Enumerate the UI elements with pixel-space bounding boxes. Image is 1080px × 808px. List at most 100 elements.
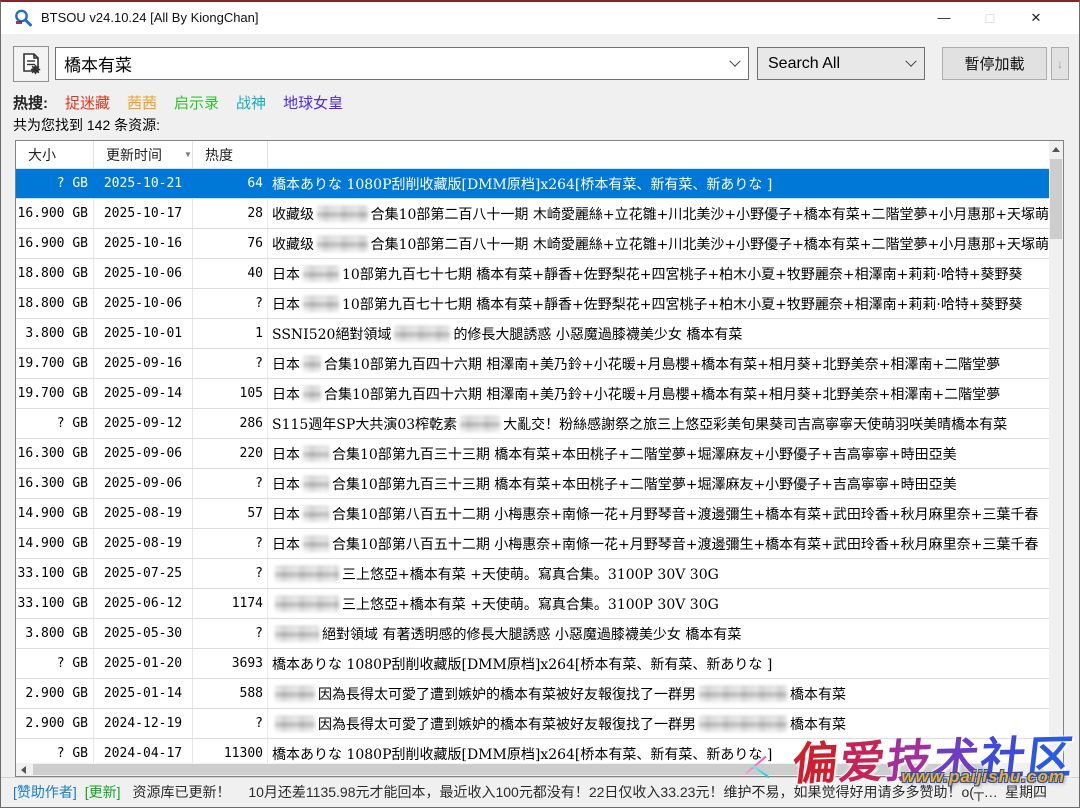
size-cell: ? GB <box>16 649 94 678</box>
status-links: [赞助作者] [更新] <box>13 784 129 800</box>
engine-select[interactable]: Search All <box>757 47 925 80</box>
size-cell: 2.900 GB <box>16 709 94 738</box>
hot-search-item[interactable]: 茜茜 <box>127 92 157 113</box>
table-row[interactable]: ? GB2025-09-12286S115週年SP大共演03榨乾素大亂交！粉絲感… <box>16 409 1049 439</box>
date-cell: 2024-12-19 <box>94 709 193 738</box>
status-link[interactable]: [赞助作者] <box>13 784 77 800</box>
hot-search-item[interactable]: 地球女皇 <box>283 92 343 113</box>
hot-search-label: 热搜: <box>13 92 48 113</box>
table-row[interactable]: 33.100 GB2025-06-121174 三上悠亞+橋本有菜 +天使萌。寫… <box>16 589 1049 619</box>
title-cell: 日本10部第九百七十七期 橋本有菜+靜香+佐野梨花+四宮桃子+柏木小夏+牧野麗奈… <box>268 259 1049 288</box>
close-button[interactable]: ✕ <box>1013 2 1059 33</box>
results-table: 大小 更新时间 ▼ 热度 ? GB2025-10-2164橋本ありな 1080P… <box>15 140 1064 777</box>
size-cell: 2.900 GB <box>16 679 94 708</box>
title-text-segment: 合集10部第九百四十六期 相澤南+美乃鈴+小花暖+月島櫻+橋本有菜+相月葵+北野… <box>324 384 1000 404</box>
title-cell: 橋本ありな 1080P刮削收藏版[DMM原档]x264[桥本有菜、新有菜、新あり… <box>268 649 1049 678</box>
table-row[interactable]: 19.700 GB2025-09-14105日本合集10部第九百四十六期 相澤南… <box>16 379 1049 409</box>
date-cell: 2024-04-17 <box>94 739 193 763</box>
search-input[interactable] <box>56 54 722 74</box>
title-text-segment: 橋本有菜 <box>790 714 846 734</box>
date-cell: 2025-09-16 <box>94 349 193 378</box>
date-cell: 2025-10-21 <box>94 169 193 198</box>
title-cell: 日本合集10部第九百四十六期 相澤南+美乃鈴+小花暖+月島櫻+橋本有菜+相月葵+… <box>268 349 1049 378</box>
engine-dropdown-button[interactable] <box>898 48 924 79</box>
table-body: ? GB2025-10-2164橋本ありな 1080P刮削收藏版[DMM原档]x… <box>16 169 1049 763</box>
table-row[interactable]: ? GB2025-10-2164橋本ありな 1080P刮削收藏版[DMM原档]x… <box>16 169 1049 199</box>
table-row[interactable]: 33.100 GB2025-07-25? 三上悠亞+橋本有菜 +天使萌。寫真合集… <box>16 559 1049 589</box>
vertical-scroll-thumb[interactable] <box>1050 159 1062 239</box>
size-cell: 16.900 GB <box>16 199 94 228</box>
scroll-left-button[interactable] <box>16 763 31 776</box>
column-header-heat[interactable]: 热度 <box>193 141 268 168</box>
heat-cell: 40 <box>193 259 268 288</box>
minimize-button[interactable]: — <box>921 2 967 33</box>
pause-loading-button[interactable]: 暫停加載 <box>942 47 1047 80</box>
title-text-segment: 日本 <box>272 294 300 314</box>
loader-button[interactable]: ↓ <box>1051 47 1069 80</box>
search-settings-button[interactable] <box>13 46 49 82</box>
heat-cell: 588 <box>193 679 268 708</box>
title-text-segment: SSNI520絕對領域 <box>272 324 391 344</box>
hot-search-item[interactable]: 启示录 <box>174 92 219 113</box>
hot-search-item[interactable]: 捉迷藏 <box>65 92 110 113</box>
status-weekday: 星期四 <box>1005 778 1047 807</box>
date-cell: 2025-08-19 <box>94 499 193 528</box>
vertical-scrollbar[interactable] <box>1049 141 1063 763</box>
hot-search-item[interactable]: 战神 <box>236 92 266 113</box>
censored-blur-patch <box>275 596 339 612</box>
table-row[interactable]: ? GB2024-04-1711300橋本ありな 1080P刮削收藏版[DMM原… <box>16 739 1049 763</box>
table-row[interactable]: 16.900 GB2025-10-1728收藏级合集10部第二百八十一期 木崎愛… <box>16 199 1049 229</box>
search-combobox <box>55 47 749 80</box>
title-text-segment: 收藏级 <box>272 234 314 254</box>
heat-cell: ? <box>193 619 268 648</box>
title-cell: 收藏级 合集10部第二百八十一期 木崎愛麗絲+立花雛+川北美沙+小野優子+橋本有菜… <box>268 229 1049 258</box>
title-text-segment: 橋本ありな 1080P刮削收藏版[DMM原档]x264[桥本有菜、新有菜、新あり… <box>272 174 772 194</box>
title-text-segment: 收藏级 <box>272 204 314 224</box>
censored-blur-patch <box>699 686 787 702</box>
document-gear-icon <box>19 52 43 76</box>
horizontal-scrollbar[interactable] <box>16 763 1049 776</box>
column-header-time[interactable]: 更新时间 ▼ <box>94 141 193 168</box>
title-text-segment: 三上悠亞+橋本有菜 +天使萌。寫真合集。3100P 30V 30G <box>342 564 719 584</box>
censored-blur-patch <box>317 206 368 222</box>
title-text-segment: 日本 <box>272 264 300 284</box>
table-row[interactable]: 16.300 GB2025-09-06220日本合集10部第九百三十三期 橋本有… <box>16 439 1049 469</box>
table-row[interactable]: 19.700 GB2025-09-16?日本合集10部第九百四十六期 相澤南+美… <box>16 349 1049 379</box>
status-link[interactable]: [更新] <box>85 784 121 800</box>
app-icon <box>13 8 33 28</box>
scroll-up-button[interactable] <box>1049 141 1063 157</box>
scroll-down-button[interactable] <box>1049 747 1063 763</box>
table-row[interactable]: 3.800 GB2025-10-011SSNI520絕對領域 的修長大腿誘惑 小… <box>16 319 1049 349</box>
title-cell: 日本合集10部第八百五十二期 小梅惠奈+南條一花+月野琴音+渡邊彌生+橋本有菜+… <box>268 499 1049 528</box>
title-text-segment: 橋本有菜 <box>790 684 846 704</box>
scroll-right-button[interactable] <box>1034 763 1049 776</box>
table-row[interactable]: 14.900 GB2025-08-19?日本合集10部第八百五十二期 小梅惠奈+… <box>16 529 1049 559</box>
title-cell: 日本合集10部第九百三十三期 橋本有菜+本田桃子+二階堂夢+堀澤麻友+小野優子+… <box>268 439 1049 468</box>
table-row[interactable]: 2.900 GB2025-01-14588 因為長得太可愛了遭到嫉妒的橋本有菜被… <box>16 679 1049 709</box>
maximize-button[interactable]: □ <box>967 2 1013 33</box>
column-header-title[interactable] <box>268 141 1049 168</box>
date-cell: 2025-10-17 <box>94 199 193 228</box>
heat-cell: 1174 <box>193 589 268 618</box>
table-row[interactable]: ? GB2025-01-203693橋本ありな 1080P刮削收藏版[DMM原档… <box>16 649 1049 679</box>
table-row[interactable]: 16.300 GB2025-09-06?日本合集10部第九百三十三期 橋本有菜+… <box>16 469 1049 499</box>
heat-cell: 28 <box>193 199 268 228</box>
table-row[interactable]: 18.800 GB2025-10-0640日本10部第九百七十七期 橋本有菜+靜… <box>16 259 1049 289</box>
size-cell: ? GB <box>16 409 94 438</box>
title-text-segment: S115週年SP大共演03榨乾素 <box>272 414 457 434</box>
table-row[interactable]: 14.900 GB2025-08-1957日本合集10部第八百五十二期 小梅惠奈… <box>16 499 1049 529</box>
table-row[interactable]: 2.900 GB2024-12-19? 因為長得太可愛了遭到嫉妒的橋本有菜被好友… <box>16 709 1049 739</box>
title-bar: BTSOU v24.10.24 [All By KiongChan] — □ ✕ <box>1 2 1079 34</box>
column-header-size[interactable]: 大小 <box>16 141 94 168</box>
table-row[interactable]: 3.800 GB2025-05-30?絕對領域 有著透明感的修長大腿誘惑 小惡魔… <box>16 619 1049 649</box>
horizontal-scroll-thumb[interactable] <box>33 764 991 775</box>
search-dropdown-button[interactable] <box>722 48 748 79</box>
censored-blur-patch <box>303 476 329 492</box>
table-row[interactable]: 16.900 GB2025-10-1676收藏级合集10部第二百八十一期 木崎愛… <box>16 229 1049 259</box>
table-row[interactable]: 18.800 GB2025-10-06?日本10部第九百七十七期 橋本有菜+靜香… <box>16 289 1049 319</box>
date-cell: 2025-05-30 <box>94 619 193 648</box>
window-title: BTSOU v24.10.24 [All By KiongChan] <box>41 10 259 25</box>
title-text-segment: 日本 <box>272 534 300 554</box>
title-text-segment: 合集10部第二百八十一期 木崎愛麗絲+立花雛+川北美沙+小野優子+橋本有菜+二階… <box>371 234 1049 254</box>
heat-cell: ? <box>193 469 268 498</box>
